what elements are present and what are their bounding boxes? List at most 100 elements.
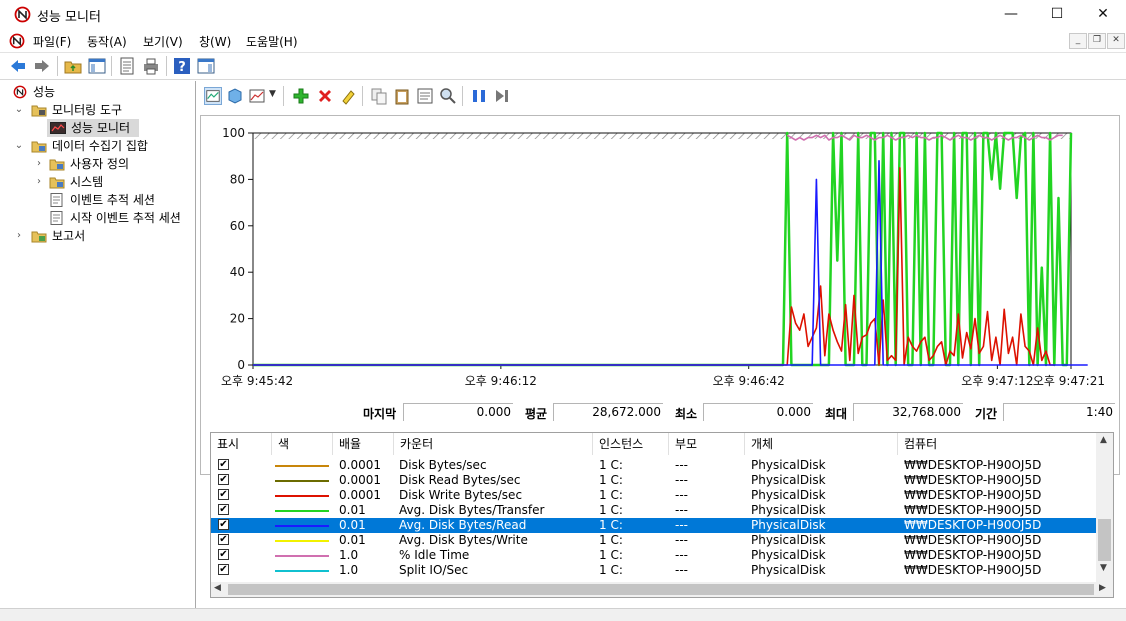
- scroll-up-arrow-icon[interactable]: ▲: [1100, 435, 1107, 445]
- properties-icon[interactable]: [416, 87, 434, 105]
- folder-icon: [31, 141, 47, 153]
- cell-object: PhysicalDisk: [751, 473, 826, 487]
- tree-item-user-defined[interactable]: › 사용자 정의: [0, 155, 194, 173]
- up-folder-icon[interactable]: [64, 57, 82, 75]
- menu-window[interactable]: 창(W): [199, 33, 231, 50]
- graph-type-dropdown-arrow-icon[interactable]: ▼: [269, 89, 276, 99]
- help-icon[interactable]: ?: [173, 57, 191, 75]
- show-counter-checkbox[interactable]: ✔: [218, 519, 229, 530]
- counter-color-swatch: [275, 570, 329, 572]
- column-header-scale[interactable]: 배율: [333, 433, 394, 455]
- menu-help[interactable]: 도움말(H): [246, 33, 298, 50]
- tree-item-system[interactable]: › 시스템: [0, 173, 194, 191]
- tree-item-event-trace-sessions[interactable]: 이벤트 추적 세션: [0, 191, 194, 209]
- delete-counter-icon[interactable]: [316, 87, 334, 105]
- view-log-data-icon[interactable]: [226, 87, 244, 105]
- window-title: 성능 모니터: [37, 10, 101, 25]
- menu-action[interactable]: 동작(A): [87, 33, 127, 50]
- update-data-icon[interactable]: [493, 87, 511, 105]
- zoom-icon[interactable]: [439, 87, 457, 105]
- counter-row[interactable]: ✔ 0.0001 Disk Write Bytes/sec 1 C: --- Physic…: [211, 488, 1096, 503]
- horizontal-scroll-thumb[interactable]: [228, 584, 1094, 595]
- column-header-color[interactable]: 색: [272, 433, 333, 455]
- show-counter-checkbox[interactable]: ✔: [218, 504, 229, 515]
- cell-computer: ₩₩DESKTOP-H90OJ5D: [904, 533, 1042, 547]
- vertical-scroll-thumb[interactable]: [1098, 519, 1111, 561]
- perfmon-system-menu-icon[interactable]: [9, 33, 25, 49]
- vertical-scrollbar[interactable]: ▲ ▼: [1096, 433, 1113, 582]
- show-hide-action-pane-icon[interactable]: [197, 57, 215, 75]
- expand-arrow-icon[interactable]: ›: [34, 173, 44, 191]
- show-hide-tree-icon[interactable]: [88, 57, 106, 75]
- highlight-icon[interactable]: [339, 87, 357, 105]
- tree-item-reports[interactable]: › 보고서: [0, 227, 194, 245]
- tree-item-data-collector-sets[interactable]: ⌄ 데이터 수집기 집합: [0, 137, 194, 155]
- change-graph-type-icon[interactable]: [248, 87, 266, 105]
- horizontal-scrollbar[interactable]: ◀ ▶: [211, 582, 1113, 597]
- maximize-button[interactable]: ☐: [1034, 0, 1080, 30]
- tree-item-performance-monitor[interactable]: 성능 모니터: [47, 119, 139, 137]
- series-line: [253, 131, 1073, 367]
- cell-parent: ---: [675, 518, 688, 532]
- column-header-computer[interactable]: 컴퓨터: [898, 433, 1096, 455]
- tree-item-performance[interactable]: 성능: [0, 83, 194, 101]
- chart-clipped-band: [253, 133, 1071, 139]
- properties-icon[interactable]: [118, 57, 136, 75]
- scroll-left-arrow-icon[interactable]: ◀: [214, 583, 221, 593]
- collector-set-icon: [49, 159, 65, 171]
- show-counter-checkbox[interactable]: ✔: [218, 549, 229, 560]
- column-header-show[interactable]: 표시: [211, 433, 272, 455]
- menu-view[interactable]: 보기(V): [143, 33, 183, 50]
- freeze-display-icon[interactable]: [470, 87, 488, 105]
- child-restore-button[interactable]: ❐: [1088, 33, 1106, 49]
- counter-color-swatch: [275, 495, 329, 497]
- counter-row[interactable]: ✔ 0.01 Avg. Disk Bytes/Read 1 C: --- Physical…: [211, 518, 1096, 533]
- counter-row[interactable]: ✔ 1.0 Split IO/Sec 1 C: --- PhysicalDisk ₩₩DES…: [211, 563, 1096, 578]
- tree-label: 시작 이벤트 추적 세션: [70, 211, 181, 225]
- menu-file[interactable]: 파일(F): [33, 33, 71, 50]
- counter-row[interactable]: ✔ 0.0001 Disk Bytes/sec 1 C: --- PhysicalDisk…: [211, 458, 1096, 473]
- status-bar: [0, 608, 1126, 621]
- counter-row[interactable]: ✔ 0.01 Avg. Disk Bytes/Write 1 C: --- Physica…: [211, 533, 1096, 548]
- counter-row[interactable]: ✔ 1.0 % Idle Time 1 C: --- PhysicalDisk ₩₩DESK…: [211, 548, 1096, 563]
- collector-set-icon: [49, 177, 65, 189]
- cell-instance: 1 C:: [599, 488, 623, 502]
- collapse-arrow-icon[interactable]: ⌄: [14, 101, 24, 119]
- show-counter-checkbox[interactable]: ✔: [218, 474, 229, 485]
- column-header-parent[interactable]: 부모: [669, 433, 745, 455]
- x-tick-label: 오후 9:47:12: [961, 374, 1033, 388]
- forward-arrow-icon[interactable]: [33, 57, 51, 75]
- cell-counter: Avg. Disk Bytes/Transfer: [399, 503, 545, 517]
- cell-counter: Avg. Disk Bytes/Write: [399, 533, 528, 547]
- paste-counter-list-icon[interactable]: [393, 87, 411, 105]
- column-header-instance[interactable]: 인스턴스: [593, 433, 669, 455]
- back-arrow-icon[interactable]: [9, 57, 27, 75]
- close-button[interactable]: ✕: [1080, 0, 1126, 30]
- column-header-counter[interactable]: 카운터: [394, 433, 593, 455]
- show-counter-checkbox[interactable]: ✔: [218, 534, 229, 545]
- tree-label: 성능: [33, 85, 56, 99]
- scroll-right-arrow-icon[interactable]: ▶: [1099, 583, 1106, 593]
- collapse-arrow-icon[interactable]: ⌄: [14, 137, 24, 155]
- tree-item-monitoring-tools[interactable]: ⌄ 모니터링 도구: [0, 101, 194, 119]
- cell-parent: ---: [675, 563, 688, 577]
- copy-properties-icon[interactable]: [370, 87, 388, 105]
- add-counter-icon[interactable]: [292, 87, 310, 105]
- counter-row[interactable]: ✔ 0.01 Avg. Disk Bytes/Transfer 1 C: --- Phys…: [211, 503, 1096, 518]
- column-header-object[interactable]: 개체: [745, 433, 898, 455]
- expand-arrow-icon[interactable]: ›: [34, 155, 44, 173]
- child-minimize-button[interactable]: _: [1069, 33, 1087, 49]
- print-icon[interactable]: [142, 57, 160, 75]
- expand-arrow-icon[interactable]: ›: [14, 227, 24, 245]
- tree-item-startup-event-trace-sessions[interactable]: 시작 이벤트 추적 세션: [0, 209, 194, 227]
- show-counter-checkbox[interactable]: ✔: [218, 564, 229, 575]
- scroll-down-arrow-icon[interactable]: ▼: [1100, 563, 1107, 573]
- counter-row[interactable]: ✔ 0.0001 Disk Read Bytes/sec 1 C: --- Physica…: [211, 473, 1096, 488]
- show-counter-checkbox[interactable]: ✔: [218, 489, 229, 500]
- show-counter-checkbox[interactable]: ✔: [218, 459, 229, 470]
- minimize-button[interactable]: —: [988, 0, 1034, 30]
- child-close-button[interactable]: ✕: [1107, 33, 1125, 49]
- cell-scale: 0.01: [339, 518, 366, 532]
- view-current-activity-icon[interactable]: [204, 87, 222, 105]
- counter-color-swatch: [275, 510, 329, 512]
